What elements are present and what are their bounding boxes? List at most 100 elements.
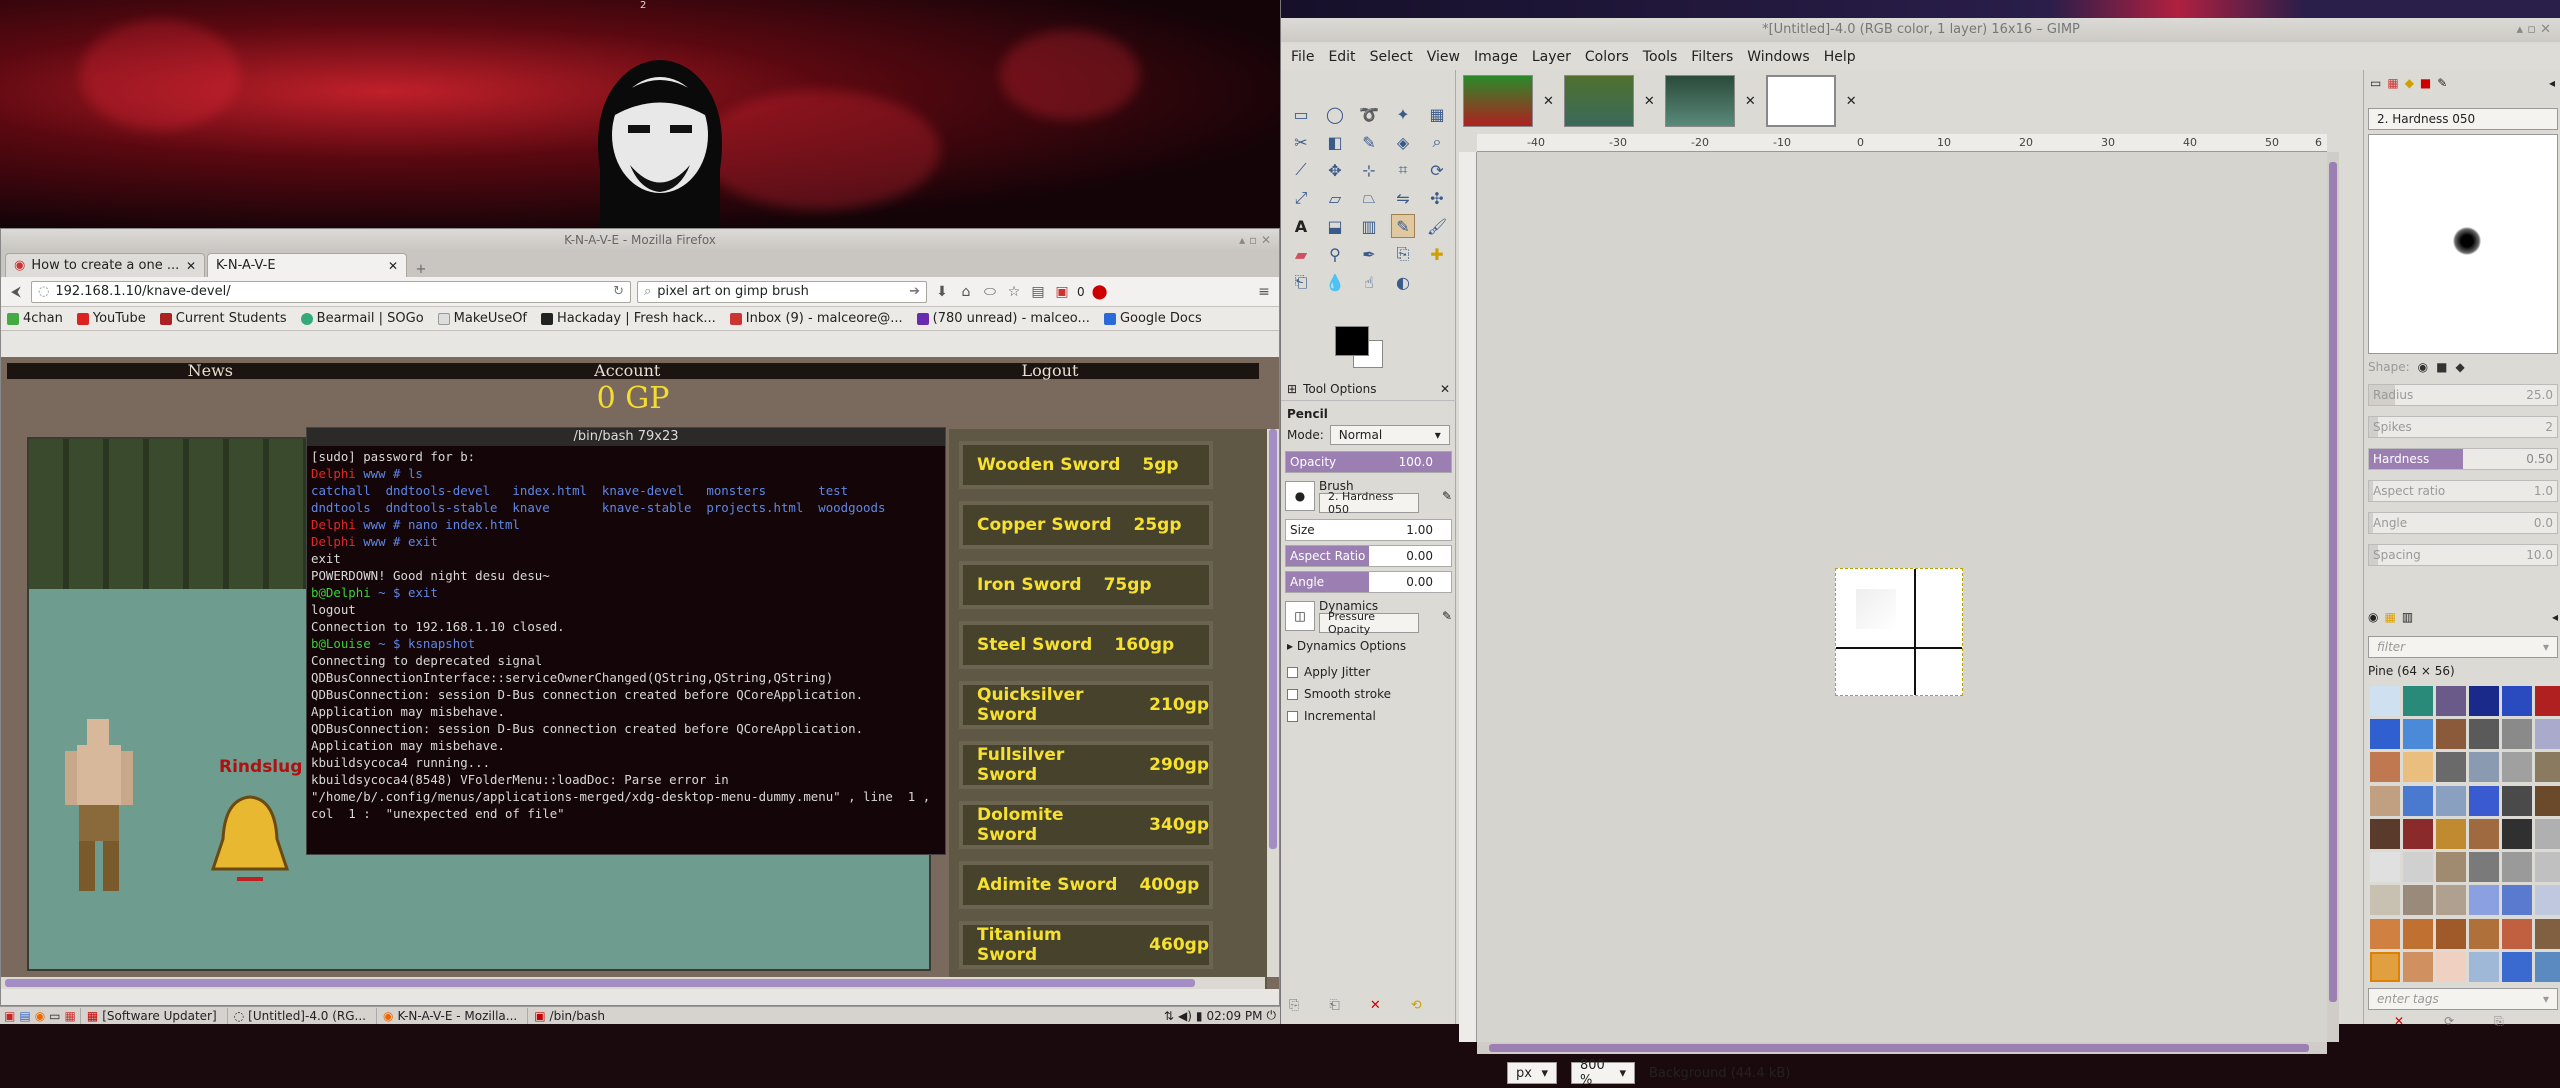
bookmark-item[interactable]: Current Students	[159, 311, 287, 326]
url-bar[interactable]: ◌ 192.168.1.10/knave-devel/ ↻	[31, 280, 631, 303]
menu-filters[interactable]: Filters	[1691, 49, 1733, 65]
network-icon[interactable]: ⇅	[1164, 1009, 1174, 1023]
pocket-icon[interactable]: ⬭	[981, 283, 999, 301]
bucket-fill-icon[interactable]: ⬓	[1323, 214, 1347, 238]
brush-preview-icon[interactable]: ●	[1285, 481, 1315, 511]
size-slider[interactable]: Size 1.00	[1285, 519, 1452, 541]
dock-menu-icon[interactable]: ◂	[2552, 610, 2558, 624]
dynamics-field[interactable]: Pressure Opacity	[1319, 610, 1419, 636]
brush-mode-icon[interactable]: ◉	[2368, 610, 2378, 624]
horizontal-ruler[interactable]: -40 -30 -20 -10 0 10 20 30 40 50 6	[1477, 134, 2327, 152]
menu-select[interactable]: Select	[1370, 49, 1413, 65]
aspect-ratio-slider[interactable]: Aspect Ratio 0.00	[1285, 545, 1452, 567]
pattern-grid[interactable]	[2368, 684, 2560, 984]
menu-edit[interactable]: Edit	[1328, 49, 1355, 65]
cage-icon[interactable]: ✣	[1425, 186, 1449, 210]
crop-icon[interactable]: ⌗	[1391, 158, 1415, 182]
delete-pattern-icon[interactable]: ✕	[2394, 1014, 2404, 1029]
launcher-icon[interactable]: ▦	[65, 1009, 76, 1023]
heal-icon[interactable]: ✚	[1425, 242, 1449, 266]
library-icon[interactable]: ▤	[1029, 283, 1047, 301]
clock[interactable]: 02:09 PM	[1207, 1009, 1263, 1023]
bookmark-item[interactable]: Hackaday | Fresh hack...	[541, 311, 716, 326]
brush-name-field[interactable]: 2. Hardness 050	[2368, 108, 2558, 130]
bookmark-item[interactable]: Bearmail | SOGo	[300, 311, 424, 326]
color-swatches[interactable]	[1335, 326, 1385, 370]
angle-slider[interactable]: Angle 0.0	[2368, 512, 2558, 534]
aspect-ratio-slider[interactable]: Aspect ratio 1.0	[2368, 480, 2558, 502]
move-icon[interactable]: ✥	[1323, 158, 1347, 182]
image-tab[interactable]	[1563, 75, 1634, 127]
nav-news[interactable]: News	[188, 363, 233, 379]
nav-logout[interactable]: Logout	[1022, 363, 1079, 379]
delete-options-icon[interactable]: ✕	[1370, 998, 1381, 1013]
player-character[interactable]	[65, 719, 135, 899]
task-software-updater[interactable]: ▦ [Software Updater]	[79, 1007, 223, 1024]
dynamics-icon[interactable]: ◫	[1285, 601, 1315, 631]
open-as-image-icon[interactable]: ⎘	[2494, 1014, 2504, 1029]
opacity-slider[interactable]: Opacity 100.0	[1285, 451, 1452, 473]
menu-tools[interactable]: Tools	[1643, 49, 1678, 65]
dock-menu-icon[interactable]: ◂	[2549, 76, 2555, 90]
addon-icon[interactable]: ▣	[1053, 283, 1071, 301]
menu-image[interactable]: Image	[1474, 49, 1518, 65]
eraser-icon[interactable]: ▰	[1289, 242, 1313, 266]
edit-dynamics-icon[interactable]: ✎	[1442, 609, 1452, 623]
power-icon[interactable]: ⏻	[1267, 1008, 1277, 1023]
color-select-icon[interactable]: ▦	[1425, 102, 1449, 126]
menu-layer[interactable]: Layer	[1532, 49, 1571, 65]
shop-item[interactable]: Quicksilver Sword 210gp	[959, 681, 1213, 729]
canvas-area[interactable]	[1477, 152, 2327, 1042]
task-gimp[interactable]: ◌ [Untitled]-4.0 (RG...	[226, 1007, 372, 1024]
fuzzy-select-icon[interactable]: ✦	[1391, 102, 1415, 126]
smudge-icon[interactable]: ☝	[1357, 270, 1381, 294]
task-terminal[interactable]: ▣/bin/bash	[527, 1007, 611, 1024]
shear-icon[interactable]: ▱	[1323, 186, 1347, 210]
flip-icon[interactable]: ⇋	[1391, 186, 1415, 210]
volume-icon[interactable]: ◀)	[1178, 1009, 1192, 1023]
scale-icon[interactable]: ⤢	[1289, 186, 1313, 210]
reset-options-icon[interactable]: ⟲	[1411, 998, 1422, 1013]
bell-icon[interactable]	[205, 789, 295, 889]
gradient-mode-icon[interactable]: ▥	[2402, 610, 2413, 624]
circle-shape-icon[interactable]: ◉	[2418, 360, 2428, 374]
pattern-mode-icon[interactable]: ▦	[2384, 610, 2395, 624]
close-icon[interactable]: ✕	[1644, 94, 1655, 109]
pencil-icon[interactable]: ✎	[1391, 214, 1415, 238]
menu-colors[interactable]: Colors	[1585, 49, 1629, 65]
shop-item[interactable]: Fullsilver Sword 290gp	[959, 741, 1213, 789]
incremental-checkbox[interactable]: Incremental	[1287, 709, 1450, 723]
terminal-window[interactable]: /bin/bash 79x23 [sudo] password for b: De…	[306, 427, 946, 855]
paths-icon[interactable]: ✎	[1357, 130, 1381, 154]
pattern-filter-input[interactable]: filter ▾	[2368, 636, 2558, 658]
text-icon[interactable]: A	[1289, 214, 1313, 238]
blur-icon[interactable]: 💧	[1323, 270, 1347, 294]
blend-icon[interactable]: ▥	[1357, 214, 1381, 238]
unit-select[interactable]: px ▾	[1507, 1062, 1557, 1084]
diamond-shape-icon[interactable]: ◆	[2455, 360, 2464, 374]
perspective-clone-icon[interactable]: ⎗	[1289, 270, 1313, 294]
shop-item[interactable]: Titanium Sword 460gp	[959, 921, 1213, 969]
spikes-slider[interactable]: Spikes 2	[2368, 416, 2558, 438]
align-icon[interactable]: ⊹	[1357, 158, 1381, 182]
bookmark-item[interactable]: MakeUseOf	[437, 311, 527, 326]
lasso-icon[interactable]: ➰	[1357, 102, 1381, 126]
reload-icon[interactable]: ↻	[613, 284, 624, 299]
palettes-tab-icon[interactable]: ■	[2420, 76, 2431, 90]
close-icon[interactable]: ✕	[1543, 94, 1554, 109]
go-icon[interactable]: ➔	[909, 284, 920, 299]
color-picker-icon[interactable]: ◈	[1391, 130, 1415, 154]
tool-options-tab[interactable]: Tool Options	[1303, 382, 1376, 396]
measure-icon[interactable]: ⟋	[1289, 158, 1313, 182]
patterns-tab-icon[interactable]: ▦	[2387, 76, 2398, 90]
gradients-tab-icon[interactable]: ◆	[2405, 76, 2414, 90]
bookmark-item[interactable]: (780 unread) - malceo...	[916, 311, 1090, 326]
image-tab-active[interactable]	[1765, 75, 1836, 127]
ink-icon[interactable]: ✒	[1357, 242, 1381, 266]
shop-item[interactable]: Copper Sword 25gp	[959, 501, 1213, 549]
menu-icon[interactable]: ≡	[1255, 283, 1273, 301]
rect-select-icon[interactable]: ▭	[1289, 102, 1313, 126]
rotate-icon[interactable]: ⟳	[1425, 158, 1449, 182]
page-scrollbar-vertical[interactable]	[1267, 429, 1279, 977]
dynamics-options-expander[interactable]: ▸ Dynamics Options	[1281, 635, 1456, 657]
